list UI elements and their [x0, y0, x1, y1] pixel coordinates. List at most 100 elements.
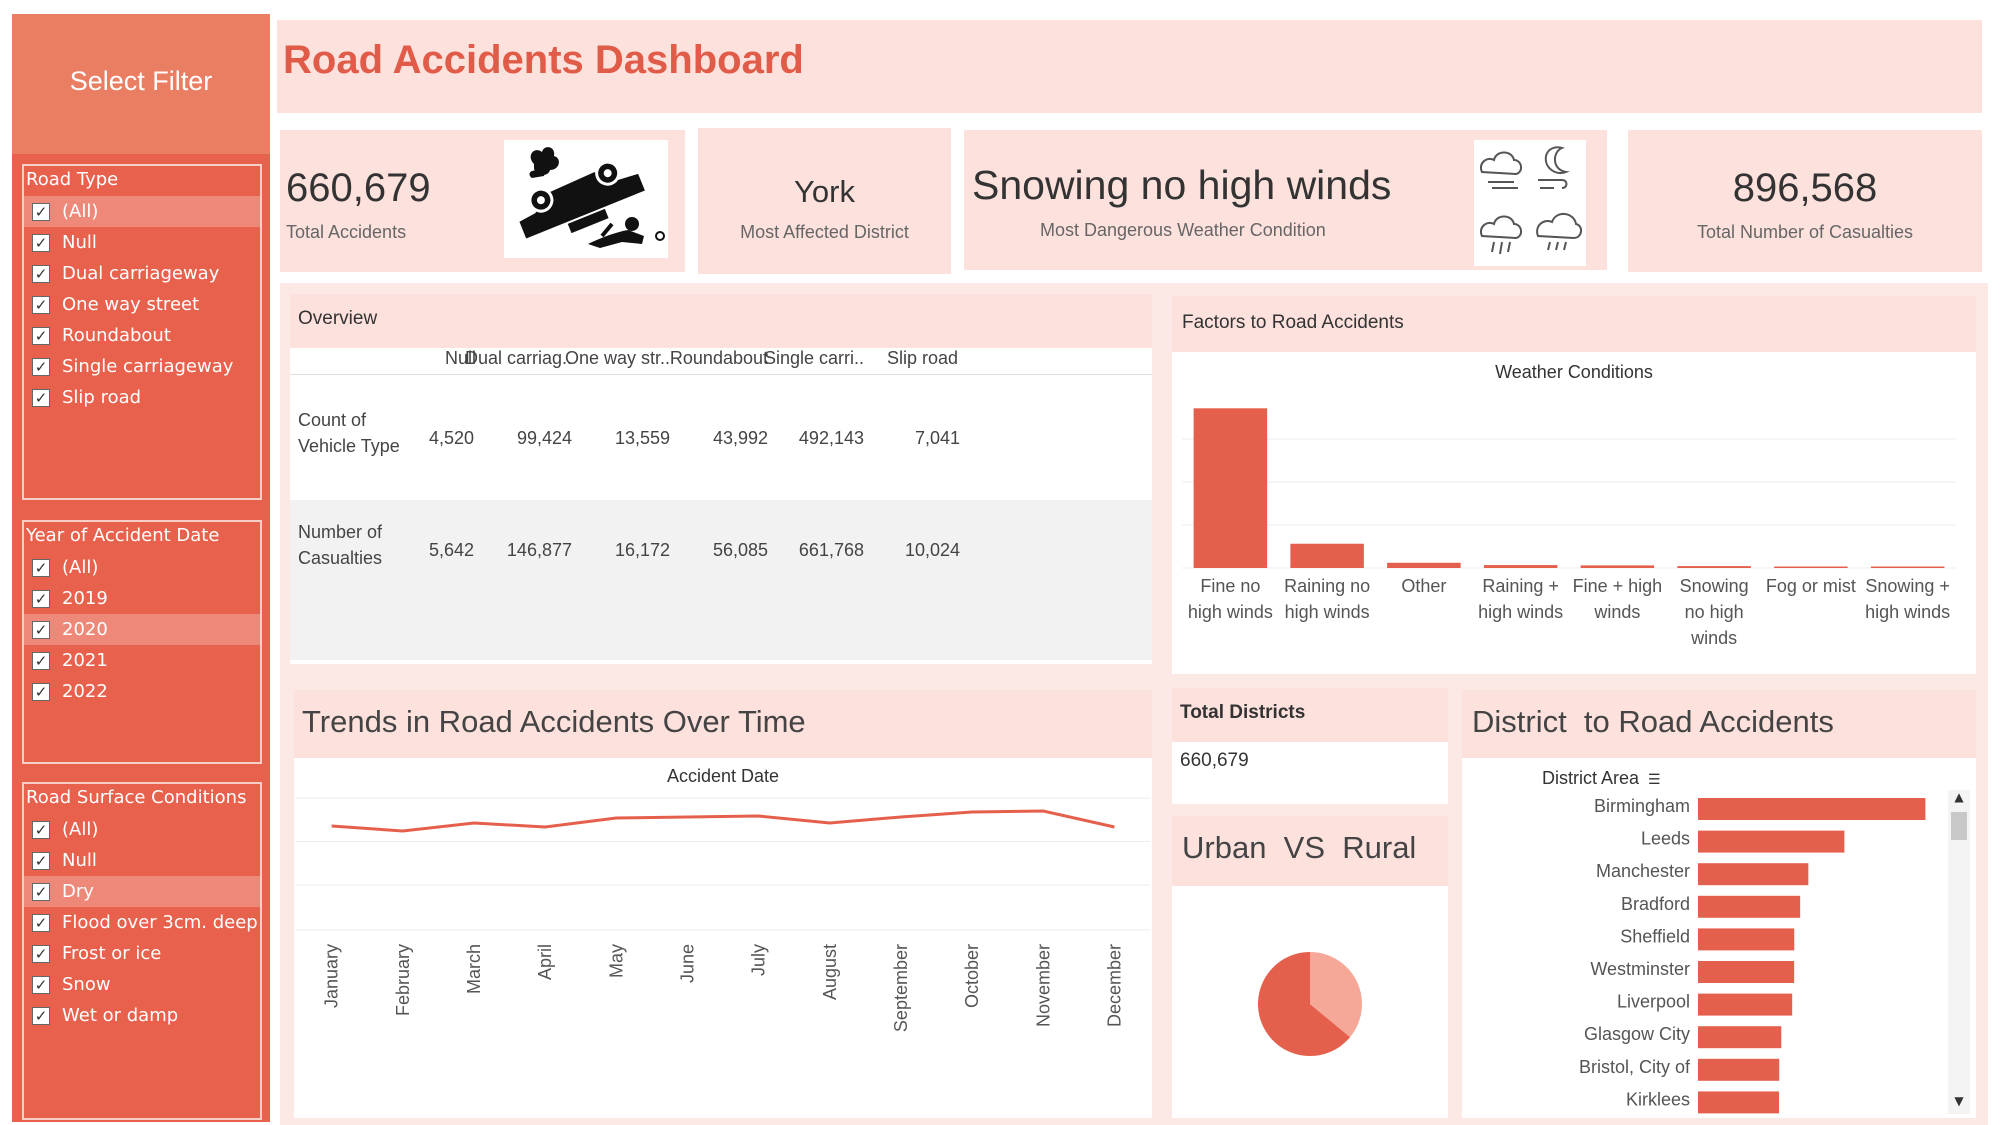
y-tick-label: Leeds	[1641, 829, 1690, 849]
bar[interactable]	[1698, 830, 1845, 853]
checkbox[interactable]: ✓	[32, 558, 50, 577]
urban-rural-pie	[1258, 952, 1362, 1056]
table-cell: 146,877	[506, 540, 572, 560]
checkbox[interactable]: ✓	[32, 589, 50, 608]
filter-option-label: Null	[62, 850, 97, 871]
checkbox[interactable]: ✓	[32, 651, 50, 670]
bar[interactable]	[1698, 798, 1926, 820]
table-divider	[290, 374, 1152, 375]
bar[interactable]	[1698, 863, 1809, 886]
checkbox[interactable]: ✓	[32, 264, 50, 283]
bar[interactable]	[1483, 565, 1558, 568]
filter-option[interactable]: ✓ (All)	[24, 552, 260, 583]
filter-option-label: 2022	[62, 681, 108, 702]
urban-rural-header: Urban VS Rural	[1172, 816, 1448, 886]
scroll-thumb[interactable]	[1951, 812, 1967, 840]
sort-icon[interactable]: ☰	[1648, 771, 1661, 787]
filter-option[interactable]: ✓ (All)	[24, 196, 260, 227]
checkbox[interactable]: ✓	[32, 1006, 50, 1025]
checkbox[interactable]: ✓	[32, 295, 50, 314]
filter-option-label: Null	[62, 232, 97, 253]
urban-rural-panel: Urban VS Rural	[1172, 816, 1448, 1118]
filter-option-label: (All)	[62, 819, 99, 840]
filter-sidebar: Select Filter Road Type ✓ (All) ✓ Null ✓ Dual…	[12, 14, 270, 1122]
filter-option-label: Dual carriageway	[62, 263, 220, 284]
checkbox[interactable]: ✓	[32, 326, 50, 345]
filter-option[interactable]: ✓ Flood over 3cm. deep	[24, 907, 260, 938]
y-tick-label: Kirklees	[1626, 1089, 1690, 1109]
checkbox[interactable]: ✓	[32, 202, 50, 221]
checkbox[interactable]: ✓	[32, 944, 50, 963]
trend-chart-title: Accident Date	[666, 766, 780, 786]
filter-option[interactable]: ✓ Frost or ice	[24, 938, 260, 969]
kpi-total-accidents: 660,679 Total Accidents	[280, 130, 685, 272]
bar[interactable]	[1698, 1058, 1780, 1081]
table-cell: 5,642	[428, 540, 474, 560]
filter-option[interactable]: ✓ Slip road	[24, 382, 260, 413]
x-tick-label: winds	[1690, 628, 1737, 648]
table-column-header: Slip road	[886, 348, 958, 368]
table-cell: 10,024	[904, 540, 960, 560]
checkbox[interactable]: ✓	[32, 233, 50, 252]
checkbox[interactable]: ✓	[32, 682, 50, 701]
bar[interactable]	[1290, 543, 1364, 568]
filter-option[interactable]: ✓ One way street	[24, 289, 260, 320]
y-tick-label: Manchester	[1596, 861, 1690, 881]
bar[interactable]	[1698, 993, 1793, 1016]
checkbox[interactable]: ✓	[32, 882, 50, 901]
x-tick-label: August	[820, 944, 840, 1000]
filter-option[interactable]: ✓ Dry	[24, 876, 260, 907]
bar[interactable]	[1698, 1091, 1779, 1114]
scroll-up-icon[interactable]: ▲	[1950, 790, 1968, 808]
filter-option[interactable]: ✓ Snow	[24, 969, 260, 1000]
x-tick-label: high winds	[1478, 602, 1563, 622]
bar[interactable]	[1698, 928, 1795, 951]
kpi-dangerous-weather: Snowing no high winds Most Dangerous Wea…	[964, 130, 1607, 270]
trend-line[interactable]	[331, 809, 1115, 833]
checkbox[interactable]: ✓	[32, 851, 50, 870]
checkbox[interactable]: ✓	[32, 620, 50, 639]
weather-icons	[1474, 140, 1586, 266]
checkbox[interactable]: ✓	[32, 820, 50, 839]
filter-option[interactable]: ✓ (All)	[24, 814, 260, 845]
weather-conditions-chart: Fine no high winds Raining no high winds Oth…	[1182, 408, 1956, 648]
filter-road-surface: Road Surface Conditions ✓ (All) ✓ Null ✓ Dry ✓…	[22, 782, 262, 1120]
bar[interactable]	[1387, 562, 1461, 568]
filter-option[interactable]: ✓ 2019	[24, 583, 260, 614]
y-tick-label: Bristol, City of	[1579, 1057, 1691, 1077]
checkbox[interactable]: ✓	[32, 388, 50, 407]
bar[interactable]	[1698, 895, 1801, 918]
filter-option[interactable]: ✓ 2020	[24, 614, 260, 645]
bar[interactable]	[1580, 565, 1655, 568]
trends-panel: Trends in Road Accidents Over Time Accid…	[294, 690, 1152, 1118]
scroll-down-icon[interactable]: ▼	[1950, 1094, 1968, 1112]
bar[interactable]	[1870, 566, 1945, 569]
filter-option[interactable]: ✓ Dual carriageway	[24, 258, 260, 289]
filter-option[interactable]: ✓ 2022	[24, 676, 260, 707]
filter-option[interactable]: ✓ Null	[24, 845, 260, 876]
filter-option[interactable]: ✓ Wet or damp	[24, 1000, 260, 1031]
table-column-header: One way str..	[564, 348, 670, 368]
filter-option[interactable]: ✓ Null	[24, 227, 260, 258]
bar[interactable]	[1698, 961, 1795, 983]
bar[interactable]	[1774, 566, 1848, 569]
table-column-header: Dual carriag..	[464, 348, 572, 368]
table-cell: 16,172	[614, 540, 670, 560]
x-tick-label: Other	[1401, 576, 1446, 596]
bar[interactable]	[1698, 1026, 1782, 1049]
bar[interactable]	[1677, 566, 1751, 568]
x-tick-label: Raining +	[1482, 576, 1559, 596]
kpi-value: 896,568	[1732, 166, 1878, 210]
weather-chart-title: Weather Conditions	[1495, 362, 1653, 382]
filter-option[interactable]: ✓ Single carriageway	[24, 351, 260, 382]
checkbox[interactable]: ✓	[32, 975, 50, 994]
kpi-label: Most Affected District	[740, 222, 909, 242]
district-scrollbar[interactable]: ▲ ▼	[1948, 790, 1970, 1114]
filter-option-label: Snow	[62, 974, 111, 995]
checkbox[interactable]: ✓	[32, 357, 50, 376]
checkbox[interactable]: ✓	[32, 913, 50, 932]
bar[interactable]	[1193, 408, 1268, 568]
filter-option[interactable]: ✓ Roundabout	[24, 320, 260, 351]
filter-option[interactable]: ✓ 2021	[24, 645, 260, 676]
row-label: Count of	[298, 410, 367, 430]
